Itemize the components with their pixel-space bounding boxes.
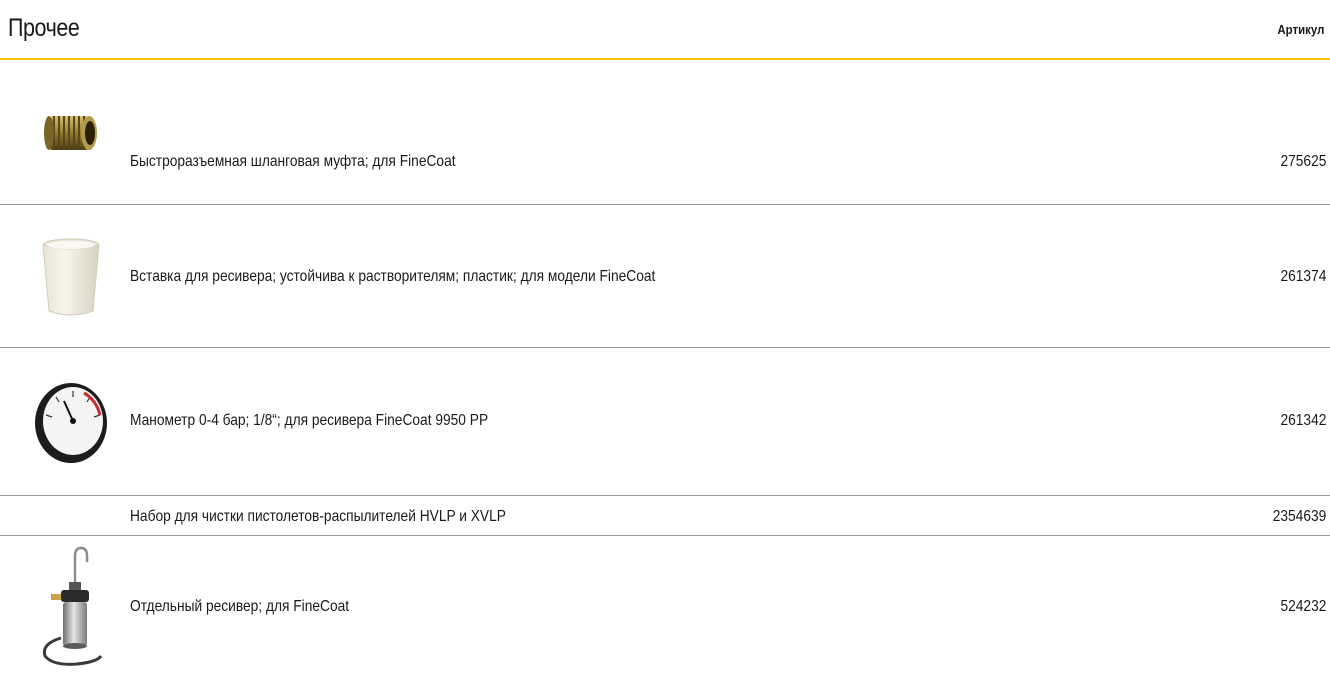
section-title: Прочее xyxy=(8,14,80,42)
item-description: Вставка для ресивера; устойчива к раство… xyxy=(130,268,656,285)
table-row: Быстроразъемная шланговая муфта; для Fin… xyxy=(0,60,1330,205)
item-sku: 2354639 xyxy=(1272,508,1326,525)
table-row: Набор для чистки пистолетов-распылителей… xyxy=(0,496,1330,536)
item-description: Манометр 0-4 бар; 1/8“; для ресивера Fin… xyxy=(130,412,489,429)
section-header: Прочее Артикул xyxy=(0,0,1330,60)
sku-column-header: Артикул xyxy=(1277,22,1324,37)
table-row: Манометр 0-4 бар; 1/8“; для ресивера Fin… xyxy=(0,348,1330,496)
container-insert-photo-icon xyxy=(22,215,120,335)
catalog-page: Прочее Артикул Быстроразъемная шланговая… xyxy=(0,0,1330,675)
item-description: Быстроразъемная шланговая муфта; для Fin… xyxy=(130,153,456,170)
pressure-tank-photo-icon xyxy=(22,542,120,670)
item-sku: 524232 xyxy=(1280,598,1326,615)
table-row: Вставка для ресивера; устойчива к раство… xyxy=(0,205,1330,348)
hose-coupling-photo-icon xyxy=(22,80,120,185)
item-sku: 275625 xyxy=(1280,153,1326,170)
item-description: Отдельный ресивер; для FineCoat xyxy=(130,598,350,615)
item-description: Набор для чистки пистолетов-распылителей… xyxy=(130,508,506,525)
table-row: Отдельный ресивер; для FineCoat 524232 xyxy=(0,536,1330,675)
item-sku: 261342 xyxy=(1280,412,1326,429)
item-sku: 261374 xyxy=(1280,268,1326,285)
pressure-gauge-photo-icon xyxy=(22,362,120,480)
